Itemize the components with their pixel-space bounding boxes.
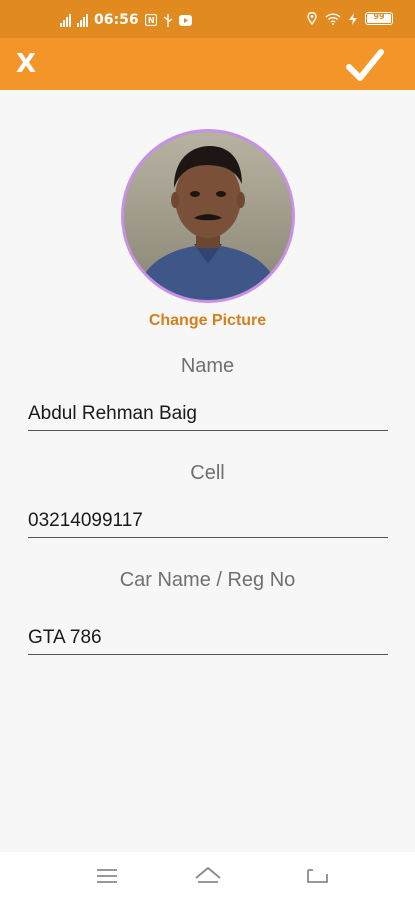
location-icon [307, 12, 317, 25]
battery-icon: 99 [365, 12, 393, 25]
svg-text:N: N [148, 16, 155, 25]
menu-icon [97, 869, 117, 883]
cell-label: Cell [190, 462, 225, 484]
close-button[interactable]: X [8, 46, 44, 82]
car-label: Car Name / Reg No [119, 569, 296, 591]
status-bar: 06:56 N 99 [0, 0, 415, 38]
signal-icon-1 [60, 13, 71, 27]
notification-icon: N [144, 14, 157, 26]
system-nav-bar [0, 852, 415, 900]
close-icon: X [15, 49, 37, 79]
home-icon [195, 867, 221, 883]
checkmark-icon [346, 49, 384, 81]
back-button[interactable] [303, 864, 333, 888]
back-icon [307, 869, 328, 883]
usb-icon [163, 13, 172, 27]
signal-icon-2 [77, 13, 88, 27]
car-reg-field[interactable] [28, 621, 388, 655]
status-left: 06:56 N [60, 12, 192, 28]
cell-field[interactable] [28, 504, 388, 538]
battery-level: 99 [373, 12, 385, 21]
change-picture-link[interactable]: Change Picture [0, 312, 415, 330]
name-label: Name [180, 355, 235, 377]
profile-photo [124, 132, 292, 300]
youtube-icon [178, 14, 192, 26]
avatar[interactable] [121, 129, 295, 303]
status-right: 99 [307, 12, 393, 25]
save-button[interactable] [345, 48, 385, 84]
name-field[interactable] [28, 397, 388, 431]
app-bar: X [0, 38, 415, 90]
wifi-icon [325, 12, 341, 25]
menu-button[interactable] [92, 864, 122, 888]
home-button[interactable] [193, 864, 223, 888]
status-time: 06:56 [94, 12, 139, 28]
charging-icon [349, 12, 357, 25]
